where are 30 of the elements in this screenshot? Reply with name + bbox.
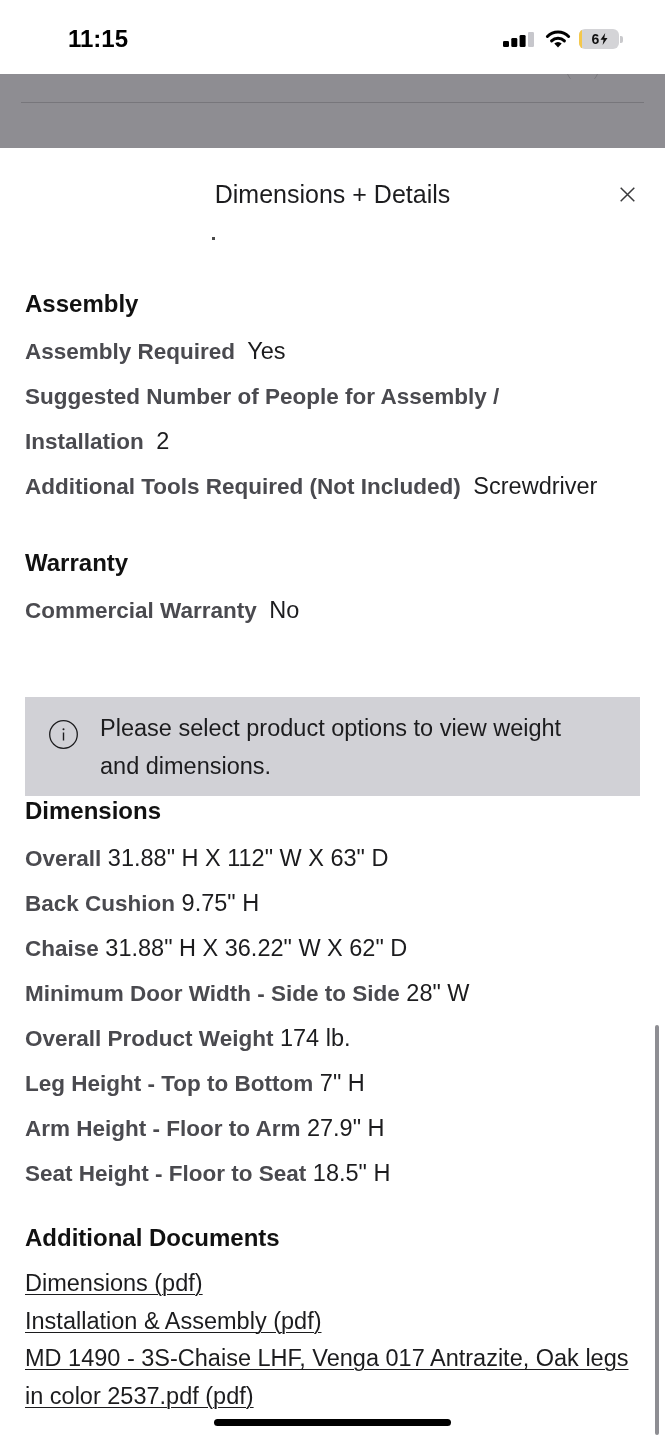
section-heading: Dimensions <box>25 796 163 826</box>
spec-row-text: Chaise 31.88" H X 36.22" W X 62" D <box>25 934 409 963</box>
spec-row-text: Minimum Door Width - Side to Side 28" W <box>25 979 471 1008</box>
spec-row-text: Overall Product Weight 174 lb. <box>25 1024 352 1053</box>
document-link[interactable]: Dimensions (pdf) <box>25 1265 203 1303</box>
bolt-icon <box>600 33 609 45</box>
document-link[interactable]: Installation & Assembly (pdf) <box>25 1302 322 1340</box>
section-heading: Additional Documents <box>25 1223 281 1253</box>
wifi-icon <box>545 30 571 48</box>
status-time: 11:15 <box>68 25 129 53</box>
notice-text: Please select product options to view weight and dimensions. <box>100 714 563 781</box>
spec-row-text: Additional Tools Required (Not Included) Screwdriver <box>25 472 599 501</box>
close-icon <box>620 186 635 202</box>
sheet-title: Dimensions + Details <box>214 179 451 209</box>
circle-edge-icon <box>567 74 598 79</box>
document-link[interactable]: MD 1490 - 3S-Chaise LHF, Venga 017 Antrazite, Oak legs in color 2537.pdf (pdf) <box>25 1340 640 1415</box>
section-heading: Warranty <box>25 548 130 578</box>
section-heading: Assembly <box>25 289 140 319</box>
close-button[interactable] <box>620 186 635 202</box>
signal-icon <box>503 31 534 47</box>
spec-row-text: Overall 31.88" H X 112" W X 63" D <box>25 844 390 873</box>
info-icon <box>49 720 78 749</box>
spec-row-text: Suggested Number of People for Assembly / Installation 2 <box>25 383 501 456</box>
spec-row-text: Back Cushion 9.75" H <box>25 889 261 918</box>
spec-row-text: Assembly Required Yes <box>25 337 287 366</box>
spec-row-text: Commercial Warranty No <box>25 596 301 625</box>
spec-row-text: Seat Height - Floor to Seat 18.5" H <box>25 1159 392 1188</box>
spec-row-text: Arm Height - Floor to Arm 27.9" H <box>25 1114 386 1143</box>
battery-percent: 6 <box>591 31 600 47</box>
spec-row-text: Leg Height - Top to Bottom 7" H <box>25 1069 366 1098</box>
